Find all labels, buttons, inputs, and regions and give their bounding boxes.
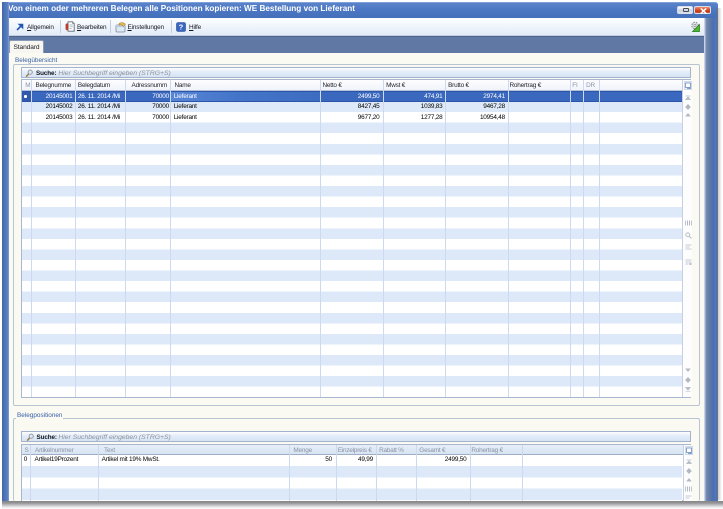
svg-text:?: ? (179, 23, 184, 32)
